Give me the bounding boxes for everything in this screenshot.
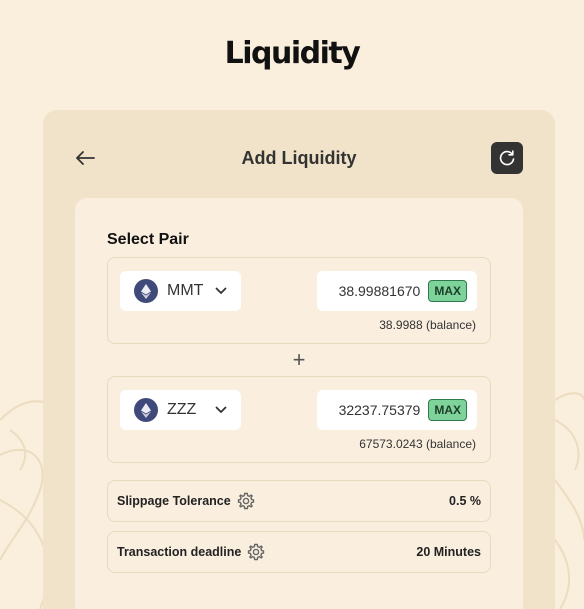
token-b-balance: 67573.0243 (balance) bbox=[359, 437, 476, 451]
slippage-tolerance-label: Slippage Tolerance bbox=[117, 494, 231, 508]
slippage-tolerance-row: Slippage Tolerance 0.5 % bbox=[107, 480, 491, 522]
token-b-amount-input[interactable] bbox=[324, 402, 421, 418]
chevron-down-icon bbox=[215, 406, 227, 414]
plus-icon: + bbox=[292, 347, 306, 372]
token-b-max-button[interactable]: MAX bbox=[428, 399, 467, 421]
refresh-button[interactable] bbox=[491, 142, 523, 174]
transaction-deadline-value: 20 Minutes bbox=[416, 545, 481, 559]
add-liquidity-panel: Add Liquidity Select Pair MMT 38.9988167… bbox=[43, 110, 555, 609]
token-a-box: MMT MAX 38.9988 (balance) bbox=[107, 257, 491, 344]
select-pair-label: Select Pair bbox=[107, 231, 189, 248]
refresh-icon bbox=[499, 150, 515, 166]
token-b-selector[interactable]: ZZZ bbox=[120, 390, 241, 430]
page-title: Liquidity bbox=[224, 36, 361, 71]
token-b-box: ZZZ MAX 67573.0243 (balance) bbox=[107, 376, 491, 463]
liquidity-form-card: Select Pair MMT MAX 38.9988 (balanc bbox=[75, 198, 523, 609]
ethereum-icon bbox=[134, 398, 158, 422]
token-b-amount-box: MAX bbox=[317, 390, 477, 430]
token-a-symbol: MMT bbox=[167, 282, 204, 299]
token-a-max-button[interactable]: MAX bbox=[428, 280, 467, 302]
ethereum-icon bbox=[134, 279, 158, 303]
gear-icon[interactable] bbox=[247, 543, 265, 561]
panel-title: Add Liquidity bbox=[241, 148, 357, 168]
gear-icon[interactable] bbox=[237, 492, 255, 510]
token-a-balance: 38.9988 (balance) bbox=[379, 318, 476, 332]
token-a-selector[interactable]: MMT bbox=[120, 271, 241, 311]
token-a-amount-box: MAX bbox=[317, 271, 477, 311]
transaction-deadline-label: Transaction deadline bbox=[117, 545, 242, 559]
token-b-symbol: ZZZ bbox=[167, 401, 197, 418]
transaction-deadline-row: Transaction deadline 20 Minutes bbox=[107, 531, 491, 573]
slippage-tolerance-value: 0.5 % bbox=[449, 494, 481, 508]
token-a-amount-input[interactable] bbox=[324, 283, 421, 299]
chevron-down-icon bbox=[215, 287, 227, 295]
